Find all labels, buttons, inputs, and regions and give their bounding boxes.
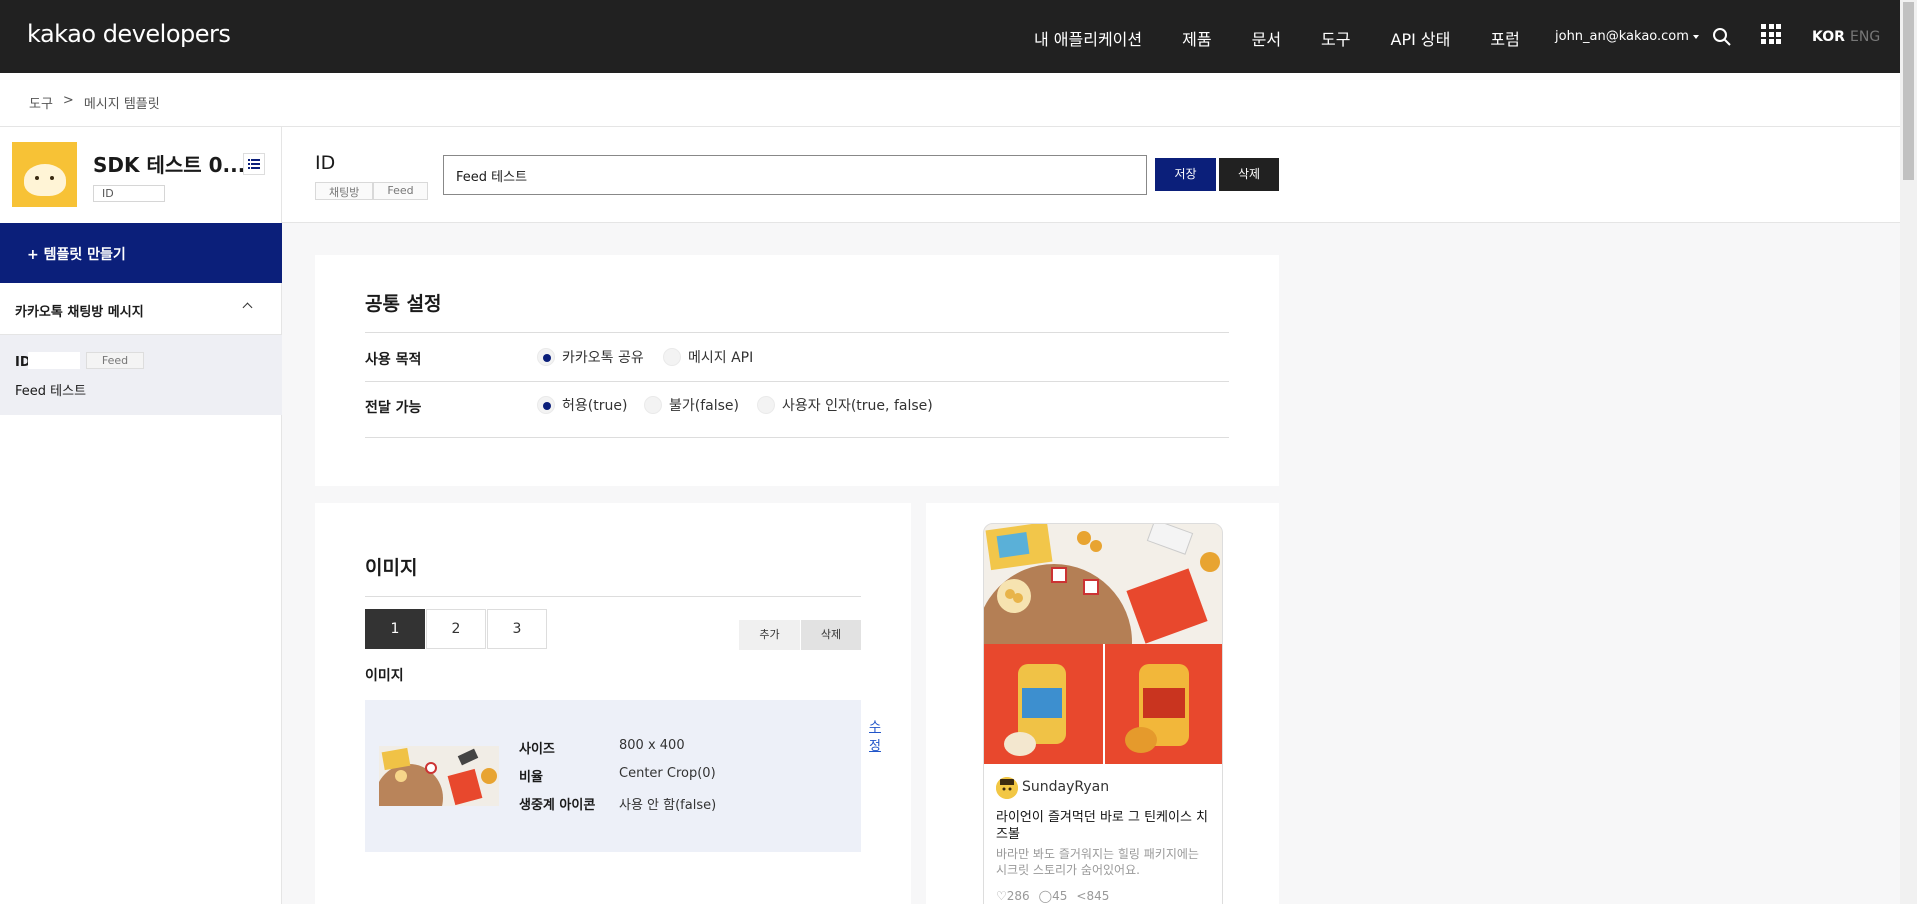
likes: ♡286 <box>996 889 1030 903</box>
radio-forward-user-arg[interactable]: 사용자 인자(true, false) <box>757 395 933 415</box>
share-icon: < <box>1076 889 1087 903</box>
search-icon[interactable] <box>1712 27 1732 51</box>
image-tab-3[interactable]: 3 <box>487 609 547 649</box>
template-name-input[interactable]: Feed 테스트 <box>443 155 1147 195</box>
comments: ◯45 <box>1038 889 1068 903</box>
delete-button[interactable]: 삭제 <box>1219 158 1279 191</box>
preview-title: 라이언이 즐겨먹던 바로 그 틴케이스 치즈볼 <box>996 810 1209 842</box>
image-subtitle: 이미지 <box>365 668 404 684</box>
preview-main-image <box>984 524 1222 644</box>
delete-image-button[interactable]: 삭제 <box>801 620 861 650</box>
breadcrumb-message-template: 메시지 템플릿 <box>83 97 160 112</box>
live-icon-value: 사용 안 함(false) <box>619 798 717 813</box>
nav-my-application[interactable]: 내 애플리케이션 <box>1034 26 1142 50</box>
nav-docs[interactable]: 문서 <box>1252 26 1281 50</box>
ratio-label: 비율 <box>519 770 543 785</box>
social-counts: ♡286 ◯45 <845 <box>996 889 1109 903</box>
preview-sub-image-1 <box>984 644 1103 764</box>
kakao-developers-logo[interactable]: kakao developers <box>27 20 231 48</box>
edit-image-link[interactable]: 수정 <box>869 716 881 754</box>
image-section-title: 이미지 <box>365 557 418 579</box>
tag-feed: Feed <box>373 182 428 200</box>
section-title: 카카오톡 채팅방 메시지 <box>15 305 144 320</box>
radio-empty-icon <box>644 396 662 414</box>
main-menu: 내 애플리케이션 제품 문서 도구 API 상태 포럼 <box>1034 26 1520 50</box>
live-icon-label: 생중계 아이콘 <box>519 798 596 813</box>
user-menu[interactable]: john_an@kakao.com <box>1555 29 1699 44</box>
radio-empty-icon <box>663 348 681 366</box>
app-id-badge: ID <box>93 185 165 202</box>
nav-forum[interactable]: 포럼 <box>1490 26 1519 50</box>
common-settings-card: 공통 설정 사용 목적 카카오톡 공유 메시지 API 전달 가능 허용(tru… <box>315 255 1279 486</box>
app-grid-icon[interactable] <box>1761 24 1781 44</box>
radio-selected-icon <box>537 348 555 366</box>
lang-kor[interactable]: KOR <box>1812 29 1845 45</box>
section-kakaotalk-chat-message[interactable]: 카카오톡 채팅방 메시지 <box>0 283 282 335</box>
radio-kakaotalk-share[interactable]: 카카오톡 공유 <box>537 347 644 367</box>
breadcrumb-tools[interactable]: 도구 <box>29 93 53 112</box>
template-header: ID 채팅방 Feed Feed 테스트 저장 삭제 <box>282 127 1900 223</box>
template-id-value <box>28 352 80 369</box>
add-image-button[interactable]: 추가 <box>739 620 800 650</box>
preview-card: SundayRyan 라이언이 즐겨먹던 바로 그 틴케이스 치즈볼 바라만 봐… <box>926 503 1279 904</box>
chevron-up-icon <box>242 302 253 313</box>
image-detail-box: 수정 사이즈 800 x 400 비율 Center Crop(0) 생중계 아… <box>365 700 881 852</box>
app-icon <box>12 142 77 207</box>
forward-label: 전달 가능 <box>365 400 422 416</box>
app-name: SDK 테스트 0... <box>93 153 246 177</box>
size-label: 사이즈 <box>519 742 555 757</box>
nav-api-status[interactable]: API 상태 <box>1391 26 1451 50</box>
template-name: Feed 테스트 <box>15 384 87 399</box>
save-button[interactable]: 저장 <box>1155 158 1216 191</box>
tag-chatroom: 채팅방 <box>315 182 374 200</box>
preview-sub-image-2 <box>1105 644 1222 764</box>
common-settings-title: 공통 설정 <box>365 293 442 315</box>
image-tabs: 1 2 3 <box>365 609 548 649</box>
radio-message-api[interactable]: 메시지 API <box>663 347 753 367</box>
feed-message-preview: SundayRyan 라이언이 즐겨먹던 바로 그 틴케이스 치즈볼 바라만 봐… <box>983 523 1223 904</box>
image-tab-2[interactable]: 2 <box>426 609 486 649</box>
nav-products[interactable]: 제품 <box>1182 26 1211 50</box>
template-id-heading: ID <box>315 152 336 174</box>
template-list-item[interactable]: ID Feed Feed 테스트 <box>0 335 282 415</box>
radio-forward-true[interactable]: 허용(true) <box>537 395 627 415</box>
radio-selected-icon <box>537 396 555 414</box>
breadcrumb: 도구 > 메시지 템플릿 <box>29 93 160 112</box>
author-avatar <box>996 777 1018 799</box>
breadcrumb-separator: > <box>62 93 74 108</box>
scrollbar-thumb[interactable] <box>1903 2 1914 180</box>
shares: <845 <box>1076 889 1110 903</box>
size-value: 800 x 400 <box>619 738 685 753</box>
nav-tools[interactable]: 도구 <box>1321 26 1350 50</box>
comment-icon: ◯ <box>1038 889 1053 903</box>
radio-empty-icon <box>757 396 775 414</box>
heart-icon: ♡ <box>996 889 1007 903</box>
sidebar: SDK 테스트 0... ID + 템플릿 만들기 카카오톡 채팅방 메시지 I… <box>0 127 282 904</box>
breadcrumb-bar: 도구 > 메시지 템플릿 <box>0 73 1900 127</box>
author-name: SundayRyan <box>1022 779 1110 795</box>
make-template-button[interactable]: + 템플릿 만들기 <box>0 223 282 283</box>
lang-eng[interactable]: ENG <box>1850 29 1880 45</box>
top-nav: kakao developers 내 애플리케이션 제품 문서 도구 API 상… <box>0 0 1900 73</box>
image-thumbnail <box>379 746 499 806</box>
user-email: john_an@kakao.com <box>1555 29 1689 44</box>
ratio-value: Center Crop(0) <box>619 766 716 781</box>
template-tags: 채팅방 Feed <box>315 182 428 200</box>
radio-forward-false[interactable]: 불가(false) <box>644 395 739 415</box>
template-type-badge: Feed <box>86 352 144 369</box>
caret-down-icon <box>1692 34 1699 39</box>
purpose-label: 사용 목적 <box>365 352 422 368</box>
list-icon[interactable] <box>243 153 265 175</box>
image-settings-card: 이미지 1 2 3 추가 삭제 이미지 수정 사이즈 800 x 400 비율 … <box>315 503 911 904</box>
image-tab-1[interactable]: 1 <box>365 609 425 649</box>
preview-description: 바라만 봐도 즐거워지는 힐링 패키지에는 시크릿 스토리가 숨어있어요. <box>996 847 1199 877</box>
